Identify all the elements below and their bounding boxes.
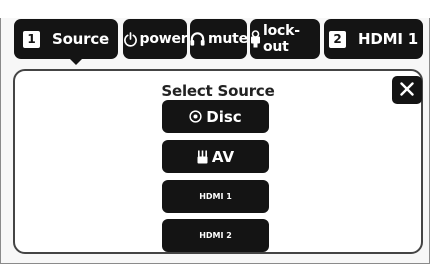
power-icon [123, 31, 138, 47]
source-av-label: AV [211, 147, 235, 166]
av-connector-icon [197, 150, 208, 164]
headphones-icon [189, 31, 206, 47]
source-av-button[interactable]: AV [162, 140, 269, 173]
mute-button[interactable]: mute [189, 19, 248, 59]
zone-2-badge: 2 [329, 30, 346, 48]
source-hdmi-1-button[interactable]: HDMI 1 [162, 180, 269, 213]
tab-source[interactable]: 1 Source [14, 19, 118, 65]
source-hdmi-2-label: HDMI 2 [199, 231, 232, 240]
power-button[interactable]: power [123, 19, 188, 59]
tab-source-label: Source [51, 30, 110, 48]
zone-1-badge: 1 [22, 30, 40, 48]
top-margin [0, 0, 430, 18]
lock-out-label: lock-out [263, 23, 300, 55]
source-hdmi-1-label: HDMI 1 [199, 192, 232, 201]
tab-hdmi-1-label: HDMI 1 [358, 30, 418, 48]
lock-icon [250, 30, 261, 48]
mute-label: mute [208, 31, 248, 47]
source-disc-label: Disc [206, 107, 242, 126]
power-label: power [139, 31, 188, 47]
close-button[interactable] [392, 76, 422, 104]
lock-out-button[interactable]: lock-out [250, 19, 320, 59]
select-source-panel: Select Source Disc AV HDMI 1 HDMI 2 [13, 69, 423, 254]
source-disc-button[interactable]: Disc [162, 100, 269, 133]
source-hdmi-2-button[interactable]: HDMI 2 [162, 219, 269, 252]
panel-title: Select Source [161, 82, 275, 100]
disc-icon [189, 110, 202, 123]
tab-hdmi-1[interactable]: 2 HDMI 1 [324, 19, 423, 59]
close-icon [400, 81, 414, 100]
